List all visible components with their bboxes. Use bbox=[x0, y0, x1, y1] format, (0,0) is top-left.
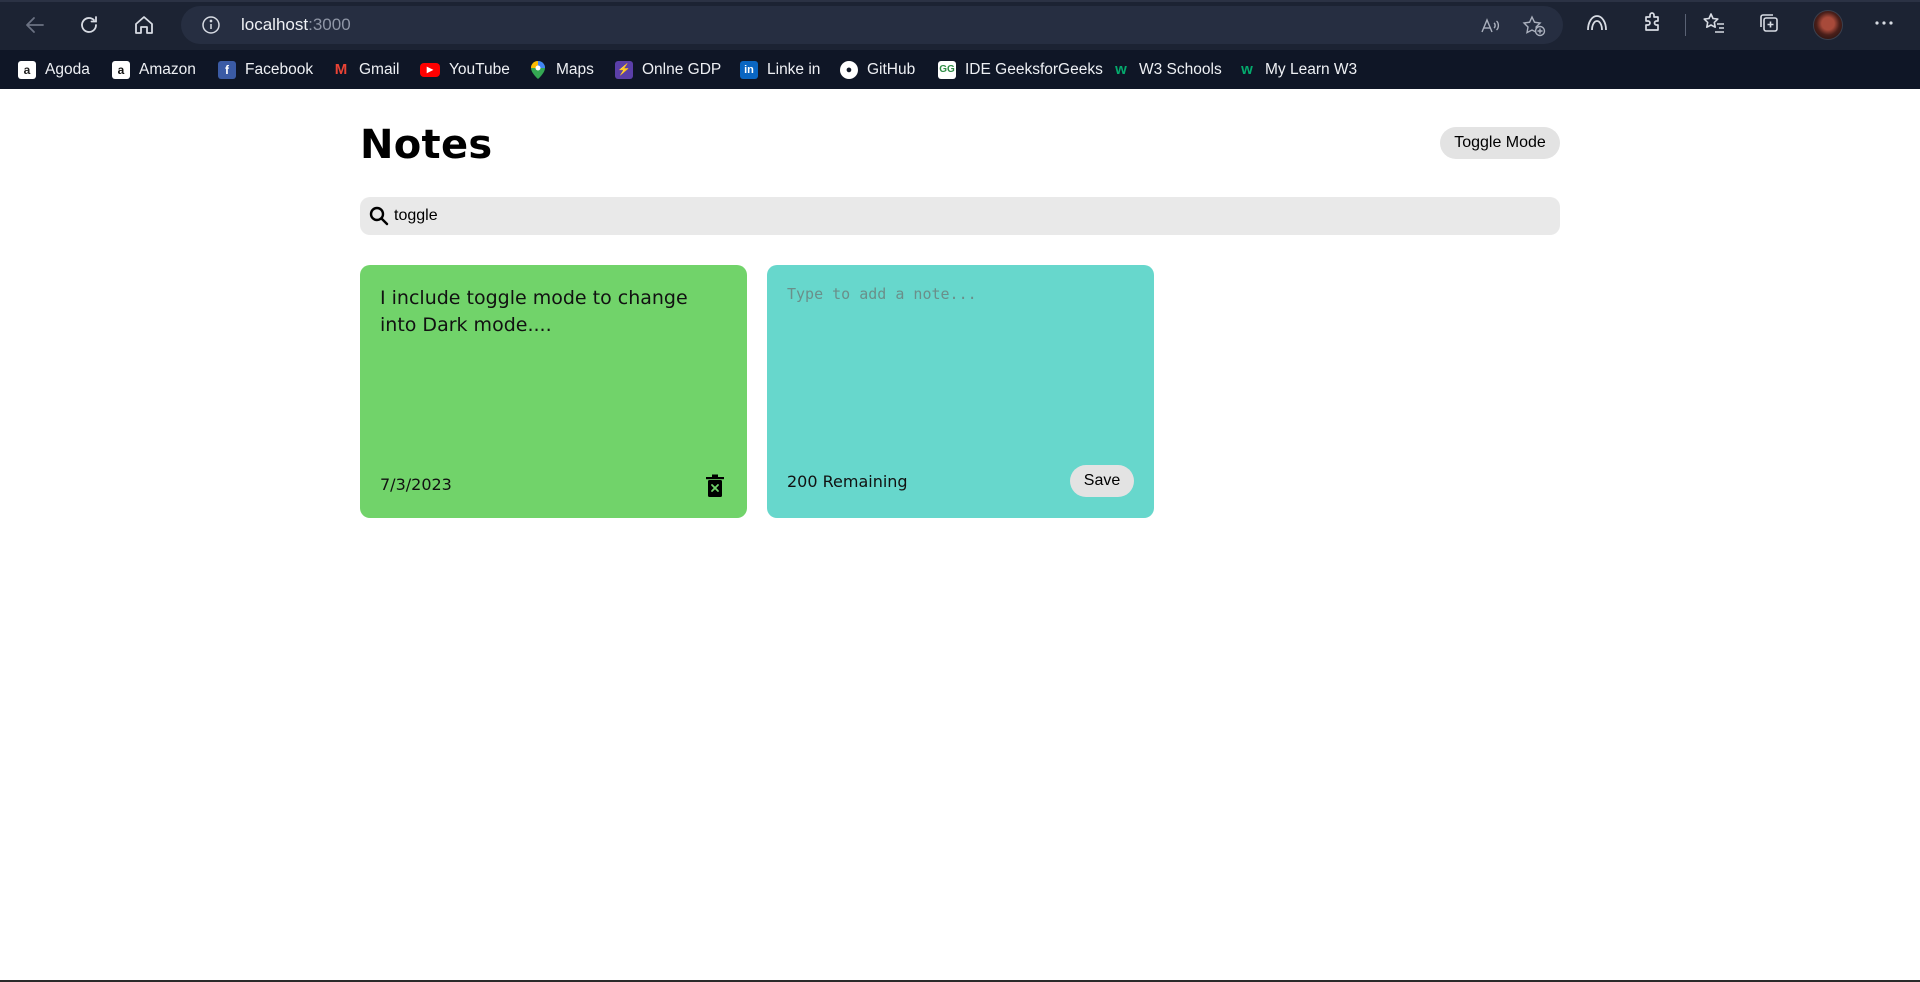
avatar[interactable] bbox=[1813, 10, 1843, 40]
bookmark-label: Linke in bbox=[767, 60, 821, 78]
bookmark-github[interactable]: ● GitHub bbox=[840, 50, 915, 89]
facebook-icon: f bbox=[218, 60, 236, 79]
url-text[interactable]: localhost:3000 bbox=[241, 15, 351, 35]
star-add-icon[interactable] bbox=[1522, 15, 1546, 37]
w3schools-icon: w bbox=[1115, 61, 1127, 78]
browser-toolbar: localhost:3000 bbox=[0, 0, 1920, 50]
bookmark-my-learn-w3[interactable]: w My Learn W3 bbox=[1238, 50, 1357, 89]
bookmark-gmail[interactable]: M Gmail bbox=[332, 50, 400, 89]
search-icon bbox=[369, 206, 389, 226]
online-gdp-icon: ⚡ bbox=[615, 60, 633, 79]
bookmark-label: Agoda bbox=[45, 60, 90, 78]
notes-app: Notes Toggle Mode I include toggle mode … bbox=[0, 89, 1920, 980]
bookmark-label: Onlne GDP bbox=[642, 60, 722, 78]
github-icon: ● bbox=[840, 60, 858, 79]
bookmark-w3schools[interactable]: w W3 Schools bbox=[1112, 50, 1222, 89]
note-card: I include toggle mode to change into Dar… bbox=[360, 265, 747, 518]
toggle-mode-button[interactable]: Toggle Mode bbox=[1440, 127, 1560, 159]
bookmark-linkedin[interactable]: in Linke in bbox=[740, 50, 820, 89]
url-port: :3000 bbox=[308, 15, 351, 34]
note-date: 7/3/2023 bbox=[380, 475, 452, 494]
bookmark-label: My Learn W3 bbox=[1265, 60, 1358, 78]
trash-icon[interactable] bbox=[704, 474, 726, 498]
bookmark-facebook[interactable]: f Facebook bbox=[218, 50, 313, 89]
bookmark-maps[interactable]: Maps bbox=[529, 50, 594, 89]
url-host: localhost bbox=[241, 15, 309, 34]
reload-icon[interactable] bbox=[74, 10, 104, 40]
bookmark-label: Maps bbox=[556, 60, 594, 78]
characters-remaining: 200 Remaining bbox=[787, 472, 908, 491]
info-icon[interactable] bbox=[201, 15, 221, 35]
toolbar-separator bbox=[1685, 14, 1686, 36]
maps-icon bbox=[529, 60, 547, 79]
browser-essentials-icon[interactable] bbox=[1585, 11, 1611, 37]
tab-strip-edge bbox=[0, 0, 1920, 2]
back-arrow-icon[interactable] bbox=[20, 10, 50, 40]
new-note-card: 200 Remaining Save bbox=[767, 265, 1154, 518]
agoda-icon: a bbox=[18, 60, 36, 79]
linkedin-icon: in bbox=[740, 60, 758, 79]
collections-icon[interactable] bbox=[1757, 11, 1783, 37]
page-title: Notes bbox=[360, 122, 493, 168]
bookmark-label: Gmail bbox=[359, 60, 400, 78]
favorites-icon[interactable] bbox=[1702, 11, 1728, 37]
search-input[interactable] bbox=[394, 197, 1544, 235]
home-icon[interactable] bbox=[129, 10, 159, 40]
read-aloud-icon[interactable] bbox=[1479, 15, 1501, 37]
gmail-icon: M bbox=[334, 61, 348, 78]
amazon-icon: a bbox=[112, 60, 130, 79]
bookmark-label: W3 Schools bbox=[1139, 60, 1222, 78]
bookmarks-bar: a Agoda a Amazon f Facebook M Gmail ▶ Yo… bbox=[0, 50, 1920, 89]
bookmark-amazon[interactable]: a Amazon bbox=[112, 50, 196, 89]
note-text: I include toggle mode to change into Dar… bbox=[380, 287, 688, 336]
save-button[interactable]: Save bbox=[1070, 465, 1134, 497]
bookmark-label: Facebook bbox=[245, 60, 314, 78]
bookmark-online-gdp[interactable]: ⚡ Onlne GDP bbox=[615, 50, 721, 89]
bookmark-label: YouTube bbox=[449, 60, 510, 78]
new-note-input[interactable] bbox=[787, 285, 1137, 435]
bookmark-label: Amazon bbox=[139, 60, 196, 78]
bookmark-youtube[interactable]: ▶ YouTube bbox=[420, 50, 510, 89]
bookmark-agoda[interactable]: a Agoda bbox=[18, 50, 90, 89]
bookmark-label: GitHub bbox=[867, 60, 916, 78]
geeksforgeeks-icon: GG bbox=[938, 60, 956, 79]
more-icon[interactable] bbox=[1872, 11, 1898, 37]
puzzle-icon[interactable] bbox=[1641, 11, 1667, 37]
w3schools-icon: w bbox=[1241, 61, 1253, 78]
youtube-icon: ▶ bbox=[420, 62, 440, 77]
bookmark-label: IDE GeeksforGeeks bbox=[965, 60, 1103, 78]
search-bar bbox=[360, 197, 1560, 235]
address-bar[interactable]: localhost:3000 bbox=[181, 6, 1563, 44]
bookmark-geeksforgeeks[interactable]: GG IDE GeeksforGeeks bbox=[938, 50, 1103, 89]
